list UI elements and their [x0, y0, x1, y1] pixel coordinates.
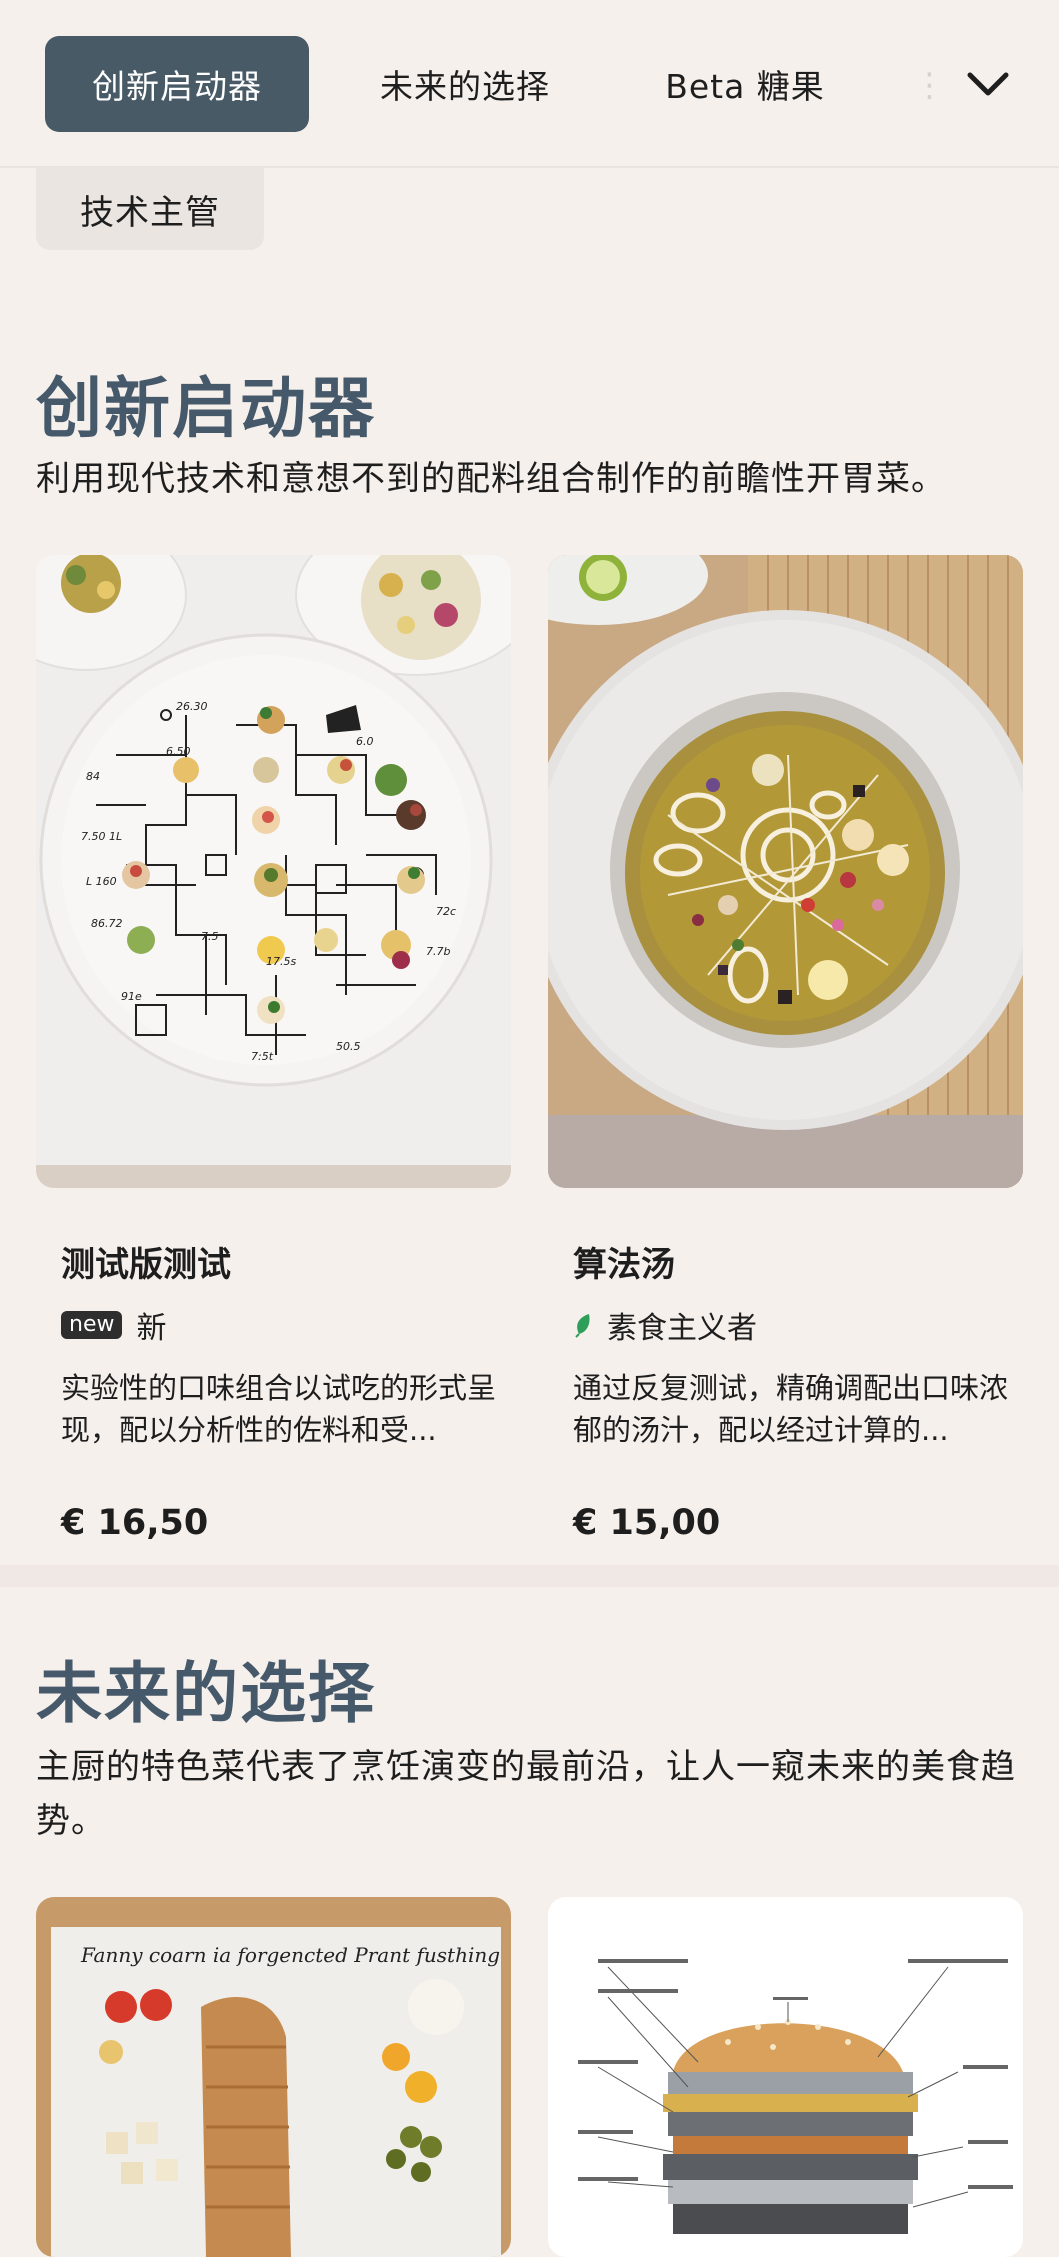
menu-card-future-1[interactable]: Fanny coarn ia forgencted Prant fusthing	[36, 1897, 511, 2257]
tab-beta-candy[interactable]: Beta 糖果	[640, 36, 850, 132]
category-tab-bar: 创新启动器 未来的选择 Beta 糖果 ⋮	[0, 0, 1059, 168]
dish-price: € 16,50	[61, 1503, 209, 1543]
expand-tabs-button[interactable]	[955, 58, 1021, 110]
svg-text:6.0: 6.0	[356, 735, 374, 748]
dish-tag: 新	[136, 1311, 167, 1346]
tab-more-overflow[interactable]: ⋮	[913, 36, 946, 132]
section-description: 主厨的特色菜代表了烹饪演变的最前沿，让人一窥未来的美食趋势。	[36, 1747, 1016, 1841]
dish-description: 实验性的口味组合以试吃的形式呈现，配以分析性的佐料和受...	[61, 1371, 497, 1447]
dish-image-circuit-plate: 26.30 6.50 6.0 84 7.50 1L L 160 86.72 7.…	[36, 555, 511, 1188]
section-title: 创新启动器	[36, 370, 376, 447]
svg-text:7:5t: 7:5t	[251, 1050, 274, 1063]
dish-tag-row: 素食主义者	[573, 1303, 757, 1347]
image-caption: Fanny coarn ia forgencted Prant fusthing	[80, 1943, 500, 1967]
dish-image-platter: Fanny coarn ia forgencted Prant fusthing	[36, 1897, 511, 2257]
tab-innovation-starters[interactable]: 创新启动器	[45, 36, 309, 132]
dish-price: € 15,00	[573, 1503, 721, 1543]
svg-text:72c: 72c	[436, 905, 456, 918]
dish-tag: 素食主义者	[607, 1311, 757, 1346]
dish-tag-row: new 新	[61, 1303, 166, 1347]
svg-text:17.5s: 17.5s	[266, 955, 296, 968]
chevron-down-icon	[967, 72, 1009, 96]
new-badge: new	[61, 1311, 123, 1339]
svg-text:L 160: L 160	[86, 875, 117, 888]
svg-text:26.30: 26.30	[176, 700, 208, 713]
svg-text:86.72: 86.72	[91, 917, 123, 930]
tab-future-choices[interactable]: 未来的选择	[345, 36, 585, 132]
svg-text:84: 84	[86, 770, 100, 783]
filter-chip-tech-lead[interactable]: 技术主管	[36, 168, 264, 250]
svg-text:7.7b: 7.7b	[426, 945, 450, 958]
svg-text:91e: 91e	[121, 990, 142, 1003]
menu-card-algorithm-soup[interactable]: 算法汤 素食主义者 通过反复测试，精确调配出口味浓郁的汤汁，配以经过计算的...…	[548, 555, 1023, 1555]
svg-text:6.50: 6.50	[166, 745, 191, 758]
svg-text:7.5: 7.5	[201, 930, 219, 943]
svg-text:50.5: 50.5	[336, 1040, 361, 1053]
dish-description: 通过反复测试，精确调配出口味浓郁的汤汁，配以经过计算的...	[573, 1371, 1009, 1447]
svg-text:7.50 1L: 7.50 1L	[81, 830, 122, 843]
dish-image-burger-diagram	[548, 1897, 1023, 2257]
menu-card-future-2[interactable]	[548, 1897, 1023, 2257]
menu-card-beta-test[interactable]: 26.30 6.50 6.0 84 7.50 1L L 160 86.72 7.…	[36, 555, 511, 1555]
dish-image-soup-bowl	[548, 555, 1023, 1188]
section-divider	[0, 1565, 1059, 1587]
section-title: 未来的选择	[36, 1655, 376, 1732]
dish-name: 测试版测试	[61, 1245, 231, 1285]
leaf-icon	[575, 1314, 590, 1338]
section-description: 利用现代技术和意想不到的配料组合制作的前瞻性开胃菜。	[36, 459, 946, 499]
dish-name: 算法汤	[573, 1245, 675, 1285]
